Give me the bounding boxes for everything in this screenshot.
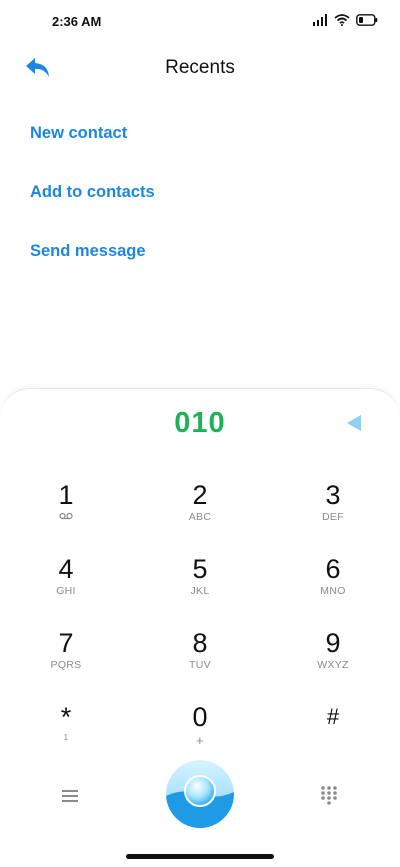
call-button[interactable]: [166, 760, 234, 828]
key-digit: #: [326, 704, 340, 729]
menu-button[interactable]: [58, 784, 82, 808]
key-digit: 4: [58, 554, 74, 584]
home-indicator[interactable]: [126, 854, 274, 859]
key-letters: TUV: [189, 659, 211, 671]
key-letters: JKL: [190, 585, 210, 597]
key-4[interactable]: 4 GHI: [11, 553, 121, 613]
wifi-icon: [334, 14, 350, 26]
key-9[interactable]: 9 WXYZ: [278, 627, 388, 687]
key-digit: 7: [58, 628, 74, 658]
key-letters: ABC: [188, 511, 212, 523]
key-digit: 1: [58, 480, 74, 510]
key-digit: 6: [325, 554, 341, 584]
key-0[interactable]: 0 +: [145, 701, 255, 761]
key-digit: *: [60, 702, 72, 732]
key-7[interactable]: 7 PQRS: [11, 627, 121, 687]
key-digit: 8: [192, 628, 208, 658]
send-message-link[interactable]: Send message: [30, 228, 155, 287]
status-icons: [312, 14, 378, 26]
new-contact-link[interactable]: New contact: [30, 110, 155, 169]
key-digit: 5: [192, 554, 208, 584]
key-6[interactable]: 6 MNO: [278, 553, 388, 613]
bottom-bar: [0, 758, 400, 838]
key-letters: 1: [63, 733, 69, 742]
key-5[interactable]: 5 JKL: [145, 553, 255, 613]
key-letters: GHI: [56, 585, 76, 597]
key-3[interactable]: 3 DEF: [278, 479, 388, 539]
key-2[interactable]: 2 ABC: [145, 479, 255, 539]
action-menu: New contact Add to contacts Send message: [30, 110, 155, 287]
battery-icon: [356, 14, 378, 26]
voicemail-icon: [59, 512, 73, 520]
key-letters: MNO: [320, 585, 346, 597]
call-icon: [166, 760, 234, 828]
signal-icon: [313, 14, 327, 26]
key-letters: [11, 511, 121, 523]
key-letters: DEF: [322, 511, 344, 523]
status-time: 2:36 AM: [52, 14, 102, 29]
page-title: Recents: [165, 57, 235, 78]
backspace-icon: [347, 415, 361, 431]
key-1[interactable]: 1: [11, 479, 121, 539]
add-to-contacts-link[interactable]: Add to contacts: [30, 169, 155, 228]
key-hash[interactable]: #: [278, 701, 388, 761]
dialed-number: 010: [174, 407, 226, 439]
key-star[interactable]: * 1: [11, 701, 121, 761]
keypad-toggle-button[interactable]: [318, 784, 340, 806]
header: Recents: [0, 44, 400, 92]
key-digit: 2: [192, 480, 208, 510]
key-letters: WXYZ: [317, 659, 349, 671]
key-digit: 0: [192, 702, 208, 732]
menu-icon: [62, 790, 78, 802]
key-8[interactable]: 8 TUV: [145, 627, 255, 687]
key-letters: +: [196, 733, 204, 748]
keypad-icon: [321, 786, 337, 805]
key-digit: 3: [325, 480, 341, 510]
status-bar: 2:36 AM: [0, 0, 400, 44]
key-letters: PQRS: [50, 659, 82, 671]
backspace-button[interactable]: [342, 411, 366, 435]
key-digit: 9: [325, 628, 341, 658]
